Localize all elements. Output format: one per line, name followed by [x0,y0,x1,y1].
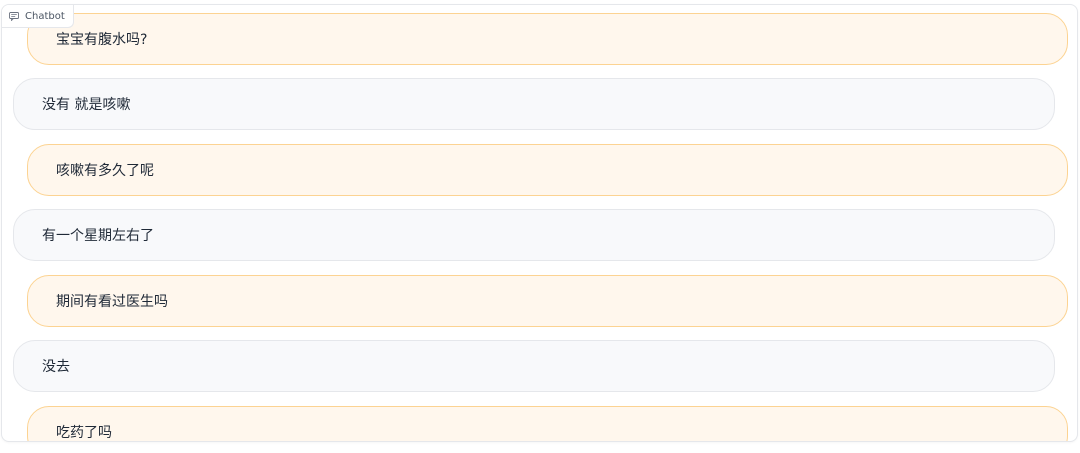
message-text: 没有 就是咳嗽 [42,97,131,113]
chat-message-list[interactable]: 宝宝有腹水吗? 没有 就是咳嗽 咳嗽有多久了呢 有一个星期左右了 期间有看过医生… [2,5,1077,441]
chatbot-panel: Chatbot 宝宝有腹水吗? 没有 就是咳嗽 咳嗽有多久了呢 有一个星期左右了… [1,4,1078,442]
user-message: 期间有看过医生吗 [27,275,1068,327]
message-text: 期间有看过医生吗 [56,294,168,310]
message-text: 没去 [42,359,70,375]
chatbot-label-text: Chatbot [25,10,65,22]
chat-icon [9,11,19,21]
chatbot-label: Chatbot [2,5,74,28]
message-text: 咳嗽有多久了呢 [56,163,154,179]
user-message: 宝宝有腹水吗? [27,13,1068,65]
bot-message: 有一个星期左右了 [13,209,1055,261]
message-text: 宝宝有腹水吗? [56,32,148,48]
bot-message: 没去 [13,340,1055,392]
message-text: 吃药了吗 [56,425,112,441]
user-message: 咳嗽有多久了呢 [27,144,1068,196]
message-text: 有一个星期左右了 [42,228,154,244]
bot-message: 没有 就是咳嗽 [13,78,1055,130]
user-message: 吃药了吗 [27,406,1068,441]
